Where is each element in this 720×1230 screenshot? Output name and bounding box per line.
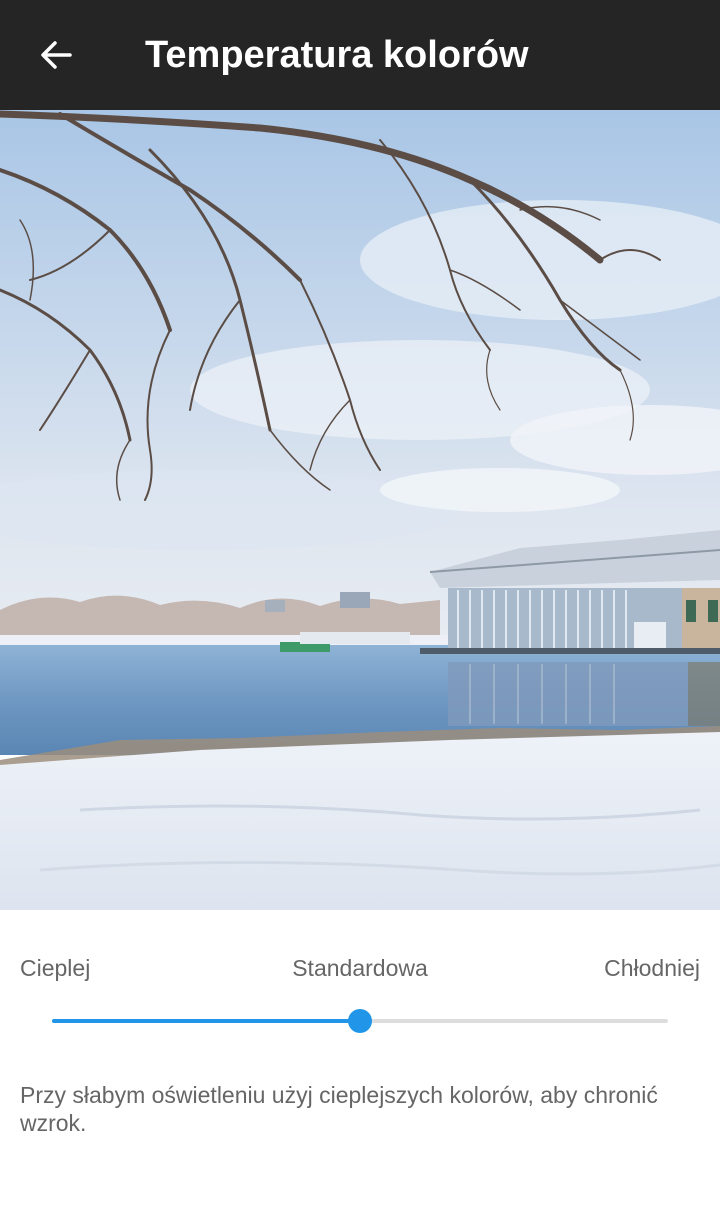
page-title: Temperatura kolorów xyxy=(145,34,529,76)
preview-image xyxy=(0,110,720,910)
slider-fill xyxy=(52,1019,360,1023)
back-button[interactable] xyxy=(24,23,88,87)
app-bar: Temperatura kolorów xyxy=(0,0,720,110)
temperature-slider[interactable] xyxy=(52,1005,668,1037)
hint-text: Przy słabym oświetleniu użyj cieplejszyc… xyxy=(20,1082,658,1136)
arrow-left-icon xyxy=(41,41,72,69)
temperature-labels: Cieplej Standardowa Chłodniej xyxy=(0,950,720,990)
slider-thumb[interactable] xyxy=(348,1009,372,1033)
cooler-label: Chłodniej xyxy=(604,955,700,981)
